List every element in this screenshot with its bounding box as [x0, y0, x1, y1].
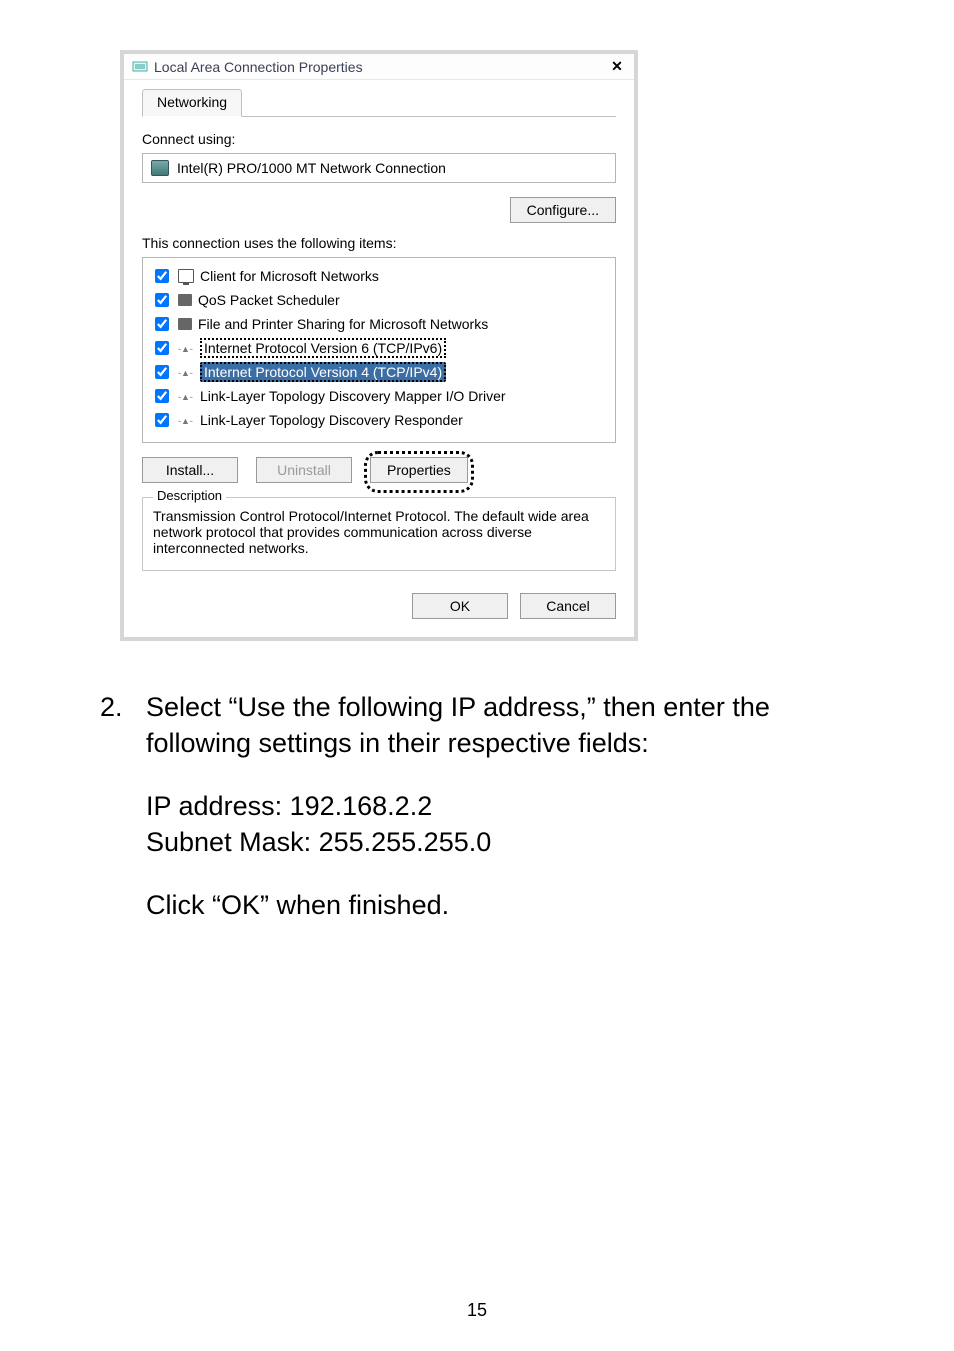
protocol-item[interactable]: Internet Protocol Version 6 (TCP/IPv6) [149, 336, 609, 360]
ipv6-icon [178, 341, 194, 355]
click-ok-line: Click “OK” when finished. [146, 887, 854, 923]
adapter-icon [151, 160, 169, 176]
ip-address-line: IP address: 192.168.2.2 [146, 788, 854, 824]
action-row: Install... Uninstall Properties [142, 457, 616, 483]
step-number: 2. [100, 689, 146, 788]
install-button[interactable]: Install... [142, 457, 238, 483]
dialog-body: Networking Connect using: Intel(R) PRO/1… [124, 80, 634, 637]
subnet-mask-line: Subnet Mask: 255.255.255.0 [146, 824, 854, 860]
page-number: 15 [0, 1300, 954, 1321]
protocol-item[interactable]: Client for Microsoft Networks [149, 264, 609, 288]
protocol-label: QoS Packet Scheduler [198, 292, 340, 308]
checkbox[interactable] [155, 269, 169, 283]
network-card-icon [132, 59, 148, 75]
instructions: 2. Select “Use the following IP address,… [100, 689, 854, 923]
checkbox[interactable] [155, 317, 169, 331]
description-group: Description Transmission Control Protoco… [142, 497, 616, 571]
items-box: Client for Microsoft Networks QoS Packet… [142, 257, 616, 443]
step-text: Select “Use the following IP address,” t… [146, 689, 854, 762]
lltd-mapper-icon [178, 389, 194, 403]
client-icon [178, 269, 194, 283]
ipv4-icon [178, 365, 194, 379]
description-text: Transmission Control Protocol/Internet P… [153, 508, 605, 556]
checkbox[interactable] [155, 389, 169, 403]
lltd-responder-icon [178, 413, 194, 427]
titlebar-left: Local Area Connection Properties [132, 59, 363, 75]
configure-button[interactable]: Configure... [510, 197, 616, 223]
connect-using-label: Connect using: [142, 131, 616, 147]
titlebar: Local Area Connection Properties ✕ [124, 54, 634, 80]
close-button[interactable]: ✕ [606, 58, 628, 75]
protocol-item[interactable]: QoS Packet Scheduler [149, 288, 609, 312]
protocol-label: Link-Layer Topology Discovery Mapper I/O… [200, 388, 506, 404]
properties-button-wrap: Properties [370, 457, 468, 483]
checkbox[interactable] [155, 413, 169, 427]
protocol-label: Internet Protocol Version 6 (TCP/IPv6) [200, 338, 446, 358]
configure-row: Configure... [142, 197, 616, 223]
protocol-item-ipv4[interactable]: Internet Protocol Version 4 (TCP/IPv4) [149, 360, 609, 384]
share-icon [178, 318, 192, 330]
ok-button[interactable]: OK [412, 593, 508, 619]
footer-row: OK Cancel [142, 593, 616, 619]
protocol-label: File and Printer Sharing for Microsoft N… [198, 316, 488, 332]
properties-button[interactable]: Properties [370, 457, 468, 483]
protocol-label: Client for Microsoft Networks [200, 268, 379, 284]
protocol-item[interactable]: Link-Layer Topology Discovery Responder [149, 408, 609, 432]
adapter-box: Intel(R) PRO/1000 MT Network Connection [142, 153, 616, 183]
cancel-button[interactable]: Cancel [520, 593, 616, 619]
tab-networking[interactable]: Networking [142, 89, 242, 117]
protocol-label: Internet Protocol Version 4 (TCP/IPv4) [200, 362, 446, 382]
uninstall-button: Uninstall [256, 457, 352, 483]
checkbox[interactable] [155, 293, 169, 307]
description-legend: Description [153, 488, 226, 503]
tab-row: Networking [142, 88, 616, 117]
scheduler-icon [178, 294, 192, 306]
checkbox[interactable] [155, 365, 169, 379]
ip-settings-block: IP address: 192.168.2.2 Subnet Mask: 255… [146, 788, 854, 923]
protocol-item[interactable]: File and Printer Sharing for Microsoft N… [149, 312, 609, 336]
items-label: This connection uses the following items… [142, 235, 616, 251]
local-area-connection-properties-dialog: Local Area Connection Properties ✕ Netwo… [120, 50, 638, 641]
checkbox[interactable] [155, 341, 169, 355]
adapter-name: Intel(R) PRO/1000 MT Network Connection [177, 160, 446, 176]
step-2-row: 2. Select “Use the following IP address,… [100, 689, 854, 788]
protocol-item[interactable]: Link-Layer Topology Discovery Mapper I/O… [149, 384, 609, 408]
protocol-label: Link-Layer Topology Discovery Responder [200, 412, 463, 428]
step-body: Select “Use the following IP address,” t… [146, 689, 854, 788]
dialog-title: Local Area Connection Properties [154, 59, 363, 75]
